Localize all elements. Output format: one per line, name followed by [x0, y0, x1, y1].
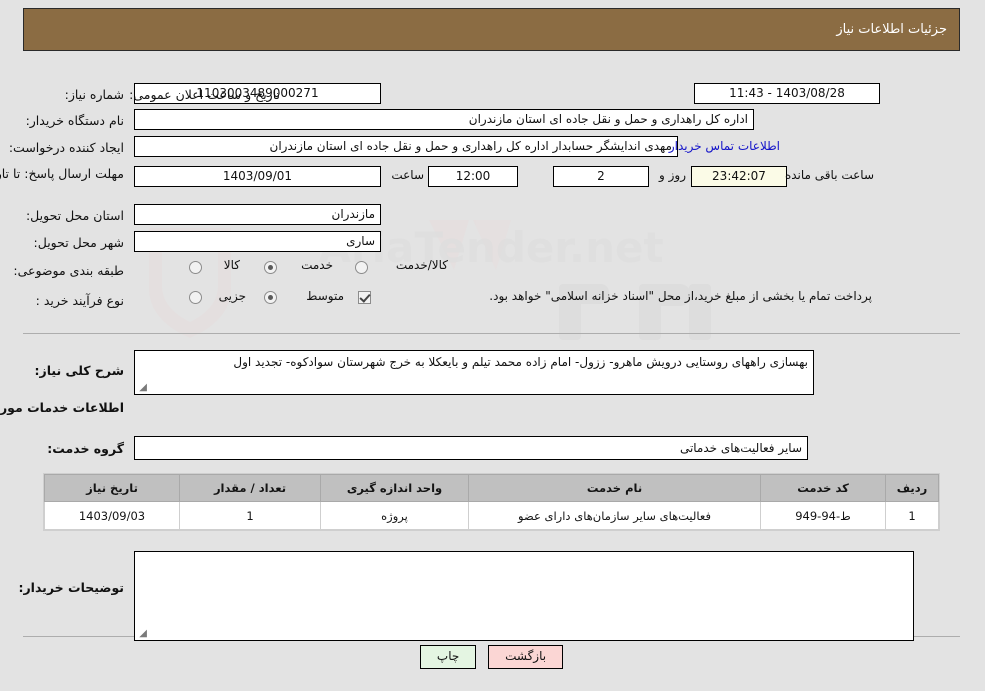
general-description-text: بهسازی راههای روستایی درویش ماهرو- ززول-…	[234, 355, 809, 369]
request-creator-value: مهدی اندایشگر حسابدار اداره کل راهداری و…	[135, 136, 679, 157]
buyer-contact-link[interactable]: اطلاعات تماس خریدار	[670, 137, 781, 156]
cell-code: ط-94-949	[761, 501, 887, 530]
cell-date: 1403/09/03	[45, 501, 181, 530]
response-deadline-label: مهلت ارسال پاسخ: تا تاریخ:	[0, 166, 125, 181]
public-announce-label: تاریخ و ساعت اعلان عمومی:	[130, 87, 281, 102]
radio-category-kala-khedmat-label: کالا/خدمت	[396, 258, 449, 272]
subject-category-label: طبقه بندی موضوعی:	[14, 263, 125, 278]
buyer-notes-textarea[interactable]: ◢	[135, 551, 915, 641]
deadline-hour-label: ساعت	[392, 168, 425, 182]
radio-category-khedmat-label: خدمت	[302, 258, 334, 272]
request-creator-label: ایجاد کننده درخواست:	[9, 140, 125, 155]
cell-qty: 1	[180, 501, 322, 530]
page-title: جزئیات اطلاعات نیاز	[837, 22, 948, 37]
buyer-org-label: نام دستگاه خریدار:	[26, 113, 125, 128]
col-qty: تعداد / مقدار	[180, 474, 322, 502]
delivery-province-label: استان محل تحویل:	[26, 208, 125, 223]
print-button[interactable]: چاپ	[420, 645, 478, 669]
delivery-city-value: ساری	[135, 231, 382, 252]
treasury-bond-note: پرداخت تمام یا بخشی از مبلغ خرید،از محل …	[490, 289, 873, 303]
action-button-row: بازگشت چاپ	[0, 645, 985, 669]
cell-radif: 1	[886, 501, 940, 530]
service-group-value: سایر فعالیت‌های خدماتی	[135, 436, 809, 460]
services-table: ردیف کد خدمت نام خدمت واحد اندازه گیری ت…	[45, 474, 940, 530]
purchase-process-label: نوع فرآیند خرید :	[36, 293, 125, 308]
remaining-suffix-label: ساعت باقی مانده	[785, 168, 875, 182]
deadline-hour-value: 12:00	[429, 166, 519, 187]
radio-category-kala-label: کالا	[224, 258, 241, 272]
days-and-label: روز و	[660, 168, 687, 182]
col-unit: واحد اندازه گیری	[321, 474, 470, 502]
table-header-row: ردیف کد خدمت نام خدمت واحد اندازه گیری ت…	[45, 474, 940, 502]
radio-process-jozi[interactable]	[190, 291, 203, 304]
cell-name: فعالیت‌های سایر سازمان‌های دارای عضو	[469, 501, 762, 530]
delivery-city-label: شهر محل تحویل:	[34, 235, 125, 250]
radio-category-khedmat[interactable]	[265, 261, 278, 274]
need-number-label: شماره نیاز:	[65, 87, 125, 102]
buyer-notes-label: توضیحات خریدار:	[19, 580, 125, 595]
service-group-label: گروه خدمت:	[48, 441, 125, 456]
radio-category-kala[interactable]	[190, 261, 203, 274]
col-code: کد خدمت	[761, 474, 887, 502]
radio-process-jozi-label: جزیی	[219, 289, 247, 303]
general-description-textarea[interactable]: بهسازی راههای روستایی درویش ماهرو- ززول-…	[135, 350, 815, 395]
public-announce-value: 1403/08/28 - 11:43	[695, 83, 881, 104]
back-button[interactable]: بازگشت	[489, 645, 565, 669]
cell-unit: پروژه	[321, 501, 470, 530]
remaining-countdown-value: 23:42:07	[692, 166, 788, 187]
col-name: نام خدمت	[469, 474, 762, 502]
buyer-org-value: اداره کل راهداری و حمل و نقل جاده ای است…	[135, 109, 755, 130]
treasury-bond-checkbox[interactable]	[359, 291, 372, 304]
remaining-days-value: 2	[554, 166, 650, 187]
delivery-province-value: مازندران	[135, 204, 382, 225]
general-description-label: شرح کلی نیاز:	[35, 363, 125, 378]
services-section-title: اطلاعات خدمات مورد نیاز	[0, 400, 125, 415]
radio-category-kala-khedmat[interactable]	[356, 261, 369, 274]
resize-grip-icon[interactable]: ◢	[138, 383, 148, 393]
radio-process-motavaset[interactable]	[265, 291, 278, 304]
table-row: 1 ط-94-949 فعالیت‌های سایر سازمان‌های دا…	[45, 501, 940, 530]
col-radif: ردیف	[886, 474, 940, 502]
page-header-bar: جزئیات اطلاعات نیاز	[24, 8, 961, 51]
radio-process-motavaset-label: متوسط	[307, 289, 345, 303]
resize-grip-icon-notes[interactable]: ◢	[138, 629, 148, 639]
col-date: تاریخ نیاز	[45, 474, 181, 502]
deadline-date-value: 1403/09/01	[135, 166, 382, 187]
